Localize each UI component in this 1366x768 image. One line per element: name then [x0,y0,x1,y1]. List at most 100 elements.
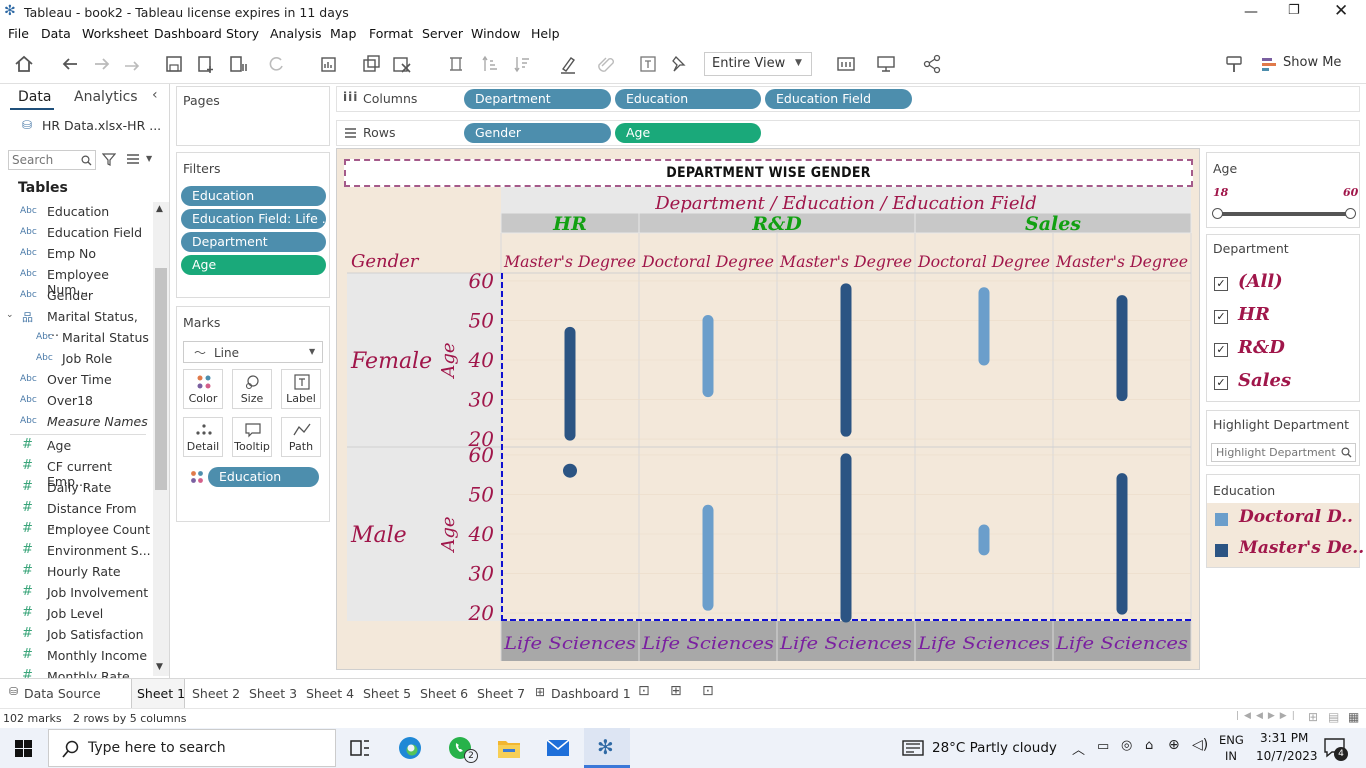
save-icon[interactable] [164,54,184,74]
sheet-nav-icon[interactable]: |◀◀▶▶| [1236,711,1300,721]
new-dashboard-tab-icon[interactable]: ⊞ [670,683,682,699]
dimension-field[interactable]: Abc Education [0,202,152,222]
collapse-pane-icon[interactable]: ‹ [152,87,158,103]
age-slider-max-handle[interactable] [1345,208,1356,219]
new-story-tab-icon[interactable]: ⊡ [702,683,714,699]
dimension-field[interactable]: Abc Employee Num... [0,265,152,297]
dimension-field[interactable]: ⌄ 品 Marital Status, ... [0,307,152,339]
department-option[interactable]: ✓ (All) [1207,271,1359,297]
measure-field[interactable]: # Job Satisfaction [0,625,152,645]
checkbox[interactable]: ✓ [1214,277,1228,291]
menu-analysis[interactable]: Analysis [270,26,322,41]
webcam-icon[interactable]: ◎ [1121,738,1132,753]
path-button[interactable]: Path [281,417,321,457]
mark-type-select[interactable]: 〜 Line ▼ [183,341,323,363]
dimension-field[interactable]: Abc Emp No [0,244,152,264]
sheet-tab-5[interactable]: Sheet 5 [363,686,411,701]
sheet-tab-1[interactable]: Sheet 1 [137,686,185,701]
home-icon[interactable] [14,54,34,74]
show-hidden-icons-icon[interactable]: ︿ [1072,739,1085,758]
sheet-tab-3[interactable]: Sheet 3 [249,686,297,701]
rows-pill-gender[interactable]: Gender [464,123,611,143]
volume-icon[interactable]: ◁) [1192,737,1208,753]
measure-field[interactable]: # Job Level [0,604,152,624]
presentation-mode-icon[interactable] [876,54,896,74]
share-icon[interactable] [922,54,942,74]
view-size-select[interactable]: Entire View ▼ [704,52,812,76]
filter-icon[interactable] [102,152,116,166]
task-view-icon[interactable] [350,738,370,758]
search-field[interactable] [8,150,96,170]
dimension-field[interactable]: Abc Marital Status [0,328,152,348]
close-icon[interactable]: ✕ [1334,1,1348,21]
dimension-field[interactable]: Abc Measure Names [0,412,152,432]
measure-field[interactable]: # Employee Count [0,520,152,540]
menu-story[interactable]: Story [226,26,259,41]
refresh-icon[interactable] [266,54,286,74]
search-input[interactable] [12,153,78,167]
format-workbook-icon[interactable] [1224,54,1244,74]
filter-pill-age[interactable]: Age [181,255,326,275]
filter-pill-education-field[interactable]: Education Field: Life .. [181,209,326,229]
expand-chevron-icon[interactable]: ⌄ [6,310,14,320]
scroll-down-icon[interactable]: ▼ [156,662,163,672]
sheet-sorter-icon[interactable]: ⊞ [1308,710,1318,724]
menu-server[interactable]: Server [422,26,463,41]
file-explorer-icon[interactable] [497,737,521,759]
datasource-tab[interactable]: Data Source [24,686,101,701]
sheet-tab-4[interactable]: Sheet 4 [306,686,354,701]
age-slider-min-handle[interactable] [1212,208,1223,219]
tabs-icon[interactable]: ▦ [1348,710,1359,724]
sheet-tab-6[interactable]: Sheet 6 [420,686,468,701]
measure-field[interactable]: # CF current Emp... [0,457,152,489]
menu-format[interactable]: Format [369,26,413,41]
pause-updates-icon[interactable] [228,54,248,74]
replay-icon[interactable] [122,54,142,74]
edge-browser-icon[interactable] [398,736,422,760]
dashboard-tab-1[interactable]: Dashboard 1 [551,686,631,701]
checkbox[interactable]: ✓ [1214,310,1228,324]
windows-start-icon[interactable] [15,740,32,757]
highlight-department-field[interactable] [1211,443,1356,462]
filmstrip-icon[interactable]: ▤ [1328,710,1339,724]
language-code[interactable]: ENG [1219,733,1244,747]
scroll-up-icon[interactable]: ▲ [156,204,163,214]
view-options-chevron-icon[interactable]: ▼ [146,154,152,163]
redo-icon[interactable] [92,54,112,74]
sheet-tab-7[interactable]: Sheet 7 [477,686,525,701]
menu-data[interactable]: Data [41,26,71,41]
label-button[interactable]: Label [281,369,321,409]
legend-item[interactable]: Master's De.. [1207,536,1364,564]
tooltip-button[interactable]: Tooltip [232,417,272,457]
columns-pill-education[interactable]: Education [615,89,761,109]
duplicate-sheet-icon[interactable] [362,54,382,74]
highlight-icon[interactable] [558,54,578,74]
tab-data[interactable]: Data [18,89,51,105]
highlight-department-input[interactable] [1216,445,1338,460]
measure-field[interactable]: # Daily Rate [0,478,152,498]
measure-field[interactable]: # Monthly Rate [0,667,152,678]
region-code[interactable]: IN [1225,749,1237,763]
filter-pill-department[interactable]: Department [181,232,326,252]
show-mark-labels-icon[interactable] [638,54,658,74]
show-me-button[interactable]: Show Me [1260,53,1360,75]
group-members-icon[interactable] [596,54,616,74]
checkbox[interactable]: ✓ [1214,376,1228,390]
sort-ascending-icon[interactable] [480,54,500,74]
columns-pill-department[interactable]: Department [464,89,611,109]
minimize-icon[interactable]: — [1244,4,1258,20]
clock-date[interactable]: 10/7/2023 [1256,749,1318,763]
checkbox[interactable]: ✓ [1214,343,1228,357]
color-button[interactable]: Color [183,369,223,409]
globe-icon[interactable]: ⊕ [1168,737,1180,753]
department-option[interactable]: ✓ R&D [1207,337,1359,363]
menu-dashboard[interactable]: Dashboard [154,26,222,41]
new-worksheet-tab-icon[interactable]: ⊡ [638,683,650,699]
clear-sheet-icon[interactable] [392,54,412,74]
measure-field[interactable]: # Environment S... [0,541,152,561]
show-cards-icon[interactable] [836,54,856,74]
taskbar-search-box[interactable]: Type here to search [48,729,336,767]
menu-map[interactable]: Map [330,26,356,41]
undo-icon[interactable] [60,54,80,74]
measure-field[interactable]: # Hourly Rate [0,562,152,582]
